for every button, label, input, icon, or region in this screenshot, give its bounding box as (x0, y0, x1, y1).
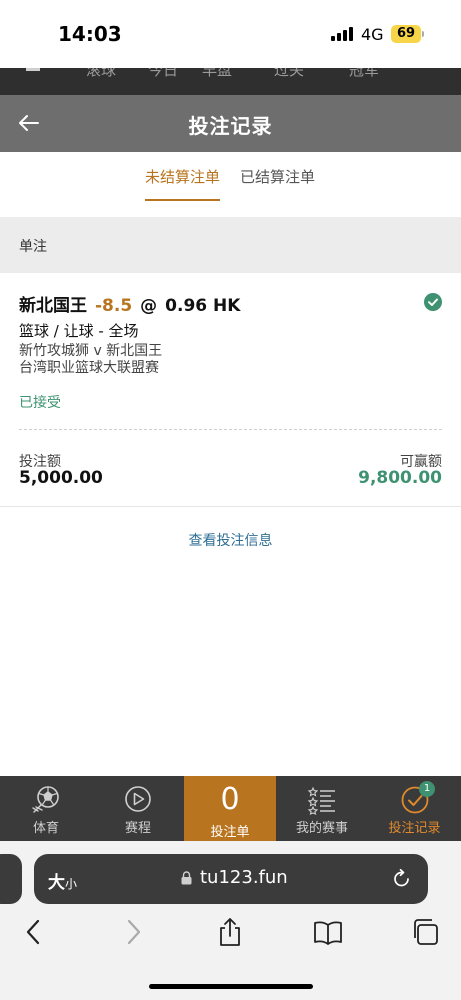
status-bar: 14:03 4G 69 (0, 0, 461, 68)
lock-icon (181, 871, 192, 885)
bet-status: 已接受 (19, 395, 61, 411)
battery-icon: 69 (391, 25, 421, 43)
browser-chrome: 大小 tu123.fun (0, 841, 461, 1000)
bet-records-badge: 1 (419, 781, 435, 797)
bet-market: 篮球 / 让球 - 全场 (19, 322, 139, 340)
url-text: tu123.fun (200, 867, 288, 888)
bottom-nav: 体育 赛程 0 投注单 我的赛事 投注记录 (0, 776, 461, 841)
site-menu-strip: 滚球 今日 早盘 过关 冠军 (0, 68, 461, 95)
stake-value: 5,000.00 (19, 468, 103, 488)
bookmarks-icon[interactable] (313, 917, 343, 947)
status-time: 14:03 (58, 22, 122, 46)
win-value: 9,800.00 (358, 468, 442, 488)
site-menu-item[interactable]: 早盘 (202, 68, 232, 80)
betslip-count: 0 (220, 782, 240, 817)
nav-label: 体育 (32, 821, 59, 836)
page-title: 投注记录 (188, 114, 273, 138)
tab-bar: 未结算注单 已结算注单 (0, 152, 461, 217)
title-bar: 投注记录 (0, 95, 461, 152)
soccer-ball-icon (32, 786, 59, 813)
back-icon[interactable] (19, 917, 49, 947)
nav-betslip[interactable]: 0 投注单 (184, 776, 276, 841)
tab-unsettled[interactable]: 未结算注单 (145, 166, 221, 201)
star-list-icon (307, 786, 335, 815)
nav-label: 投注记录 (388, 821, 441, 836)
menu-icon[interactable] (26, 68, 40, 71)
nav-label: 投注单 (210, 825, 250, 840)
nav-label: 赛程 (124, 821, 151, 836)
text-size-large: 大 (48, 873, 65, 893)
play-circle-icon (125, 786, 151, 812)
site-menu-item[interactable]: 滚球 (86, 68, 116, 80)
bet-card: 新北国王 -8.5 @0.96 HK 篮球 / 让球 - 全场 新竹攻城狮 v 新北… (0, 273, 461, 507)
divider (19, 429, 442, 430)
site-menu-item[interactable]: 今日 (148, 68, 178, 80)
tab-settled[interactable]: 已结算注单 (240, 166, 315, 199)
text-size-small: 小 (65, 877, 78, 891)
nav-label: 我的赛事 (295, 821, 348, 836)
section-header: 单注 (0, 217, 461, 273)
site-menu-item[interactable]: 过关 (274, 68, 304, 80)
text-size-button[interactable]: 大小 (48, 868, 77, 893)
share-icon[interactable] (215, 917, 245, 947)
bet-at: @ (140, 296, 158, 316)
tabs-icon[interactable] (411, 917, 441, 947)
section-label: 单注 (19, 239, 47, 255)
home-indicator (149, 984, 313, 989)
bet-league: 台湾职业篮球大联盟赛 (19, 360, 159, 376)
nav-schedule[interactable]: 赛程 (92, 776, 184, 841)
bet-selection: 新北国王 (19, 296, 87, 316)
network-type: 4G (361, 25, 384, 44)
url-bar[interactable]: 大小 tu123.fun (34, 854, 428, 904)
site-menu-item[interactable]: 冠军 (349, 68, 379, 80)
forward-icon[interactable] (118, 917, 148, 947)
nav-my-events[interactable]: 我的赛事 (276, 776, 368, 841)
signal-icon (331, 27, 355, 41)
reload-icon[interactable] (391, 868, 413, 890)
bet-handicap: -8.5 (95, 296, 133, 316)
accepted-check-icon (424, 293, 442, 311)
view-bet-info-link[interactable]: 查看投注信息 (0, 530, 461, 550)
nav-bet-records[interactable]: 投注记录 (368, 776, 461, 841)
nav-sports[interactable]: 体育 (0, 776, 92, 841)
bet-odds: 0.96 HK (165, 296, 241, 316)
bet-headline: 新北国王 -8.5 @0.96 HK (19, 291, 240, 316)
previous-tab-preview[interactable] (0, 854, 22, 904)
